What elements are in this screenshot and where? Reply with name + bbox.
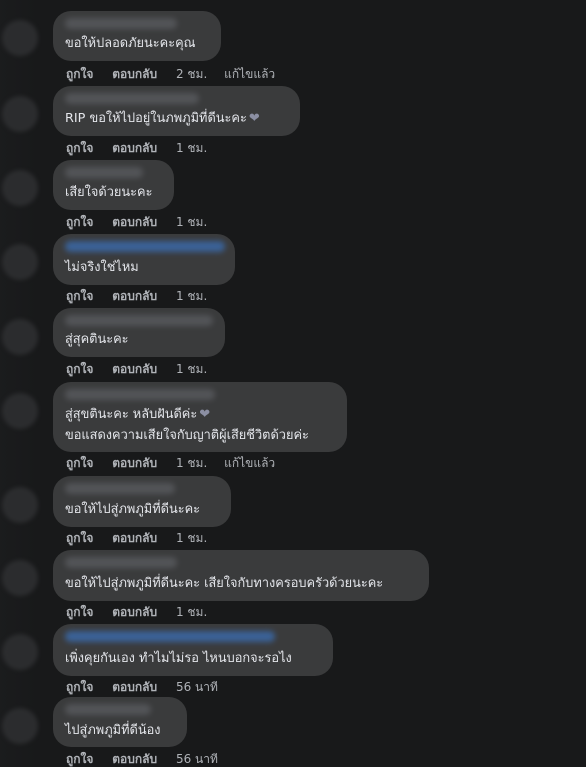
comment-text: ไปสู่ภพภูมิที่ดีน้อง bbox=[65, 723, 161, 738]
comment-actions: ถูกใจ ตอบกลับ 1 ชม. bbox=[66, 605, 222, 619]
comment-actions: ถูกใจ ตอบกลับ 56 นาที bbox=[66, 680, 233, 694]
avatar[interactable] bbox=[2, 487, 38, 523]
comment-actions: ถูกใจ ตอบกลับ 1 ชม. แก้ไขแล้ว bbox=[66, 456, 290, 470]
reply-button[interactable]: ตอบกลับ bbox=[112, 289, 157, 303]
avatar[interactable] bbox=[2, 20, 38, 56]
reply-button[interactable]: ตอบกลับ bbox=[112, 752, 157, 766]
comment-item: ขอให้ไปสู่ภพภูมิที่ดีนะคะ ถูกใจ ตอบกลับ … bbox=[0, 474, 586, 547]
comment-item: เสียใจด้วยนะคะ ถูกใจ ตอบกลับ 1 ชม. bbox=[0, 158, 586, 231]
timestamp[interactable]: 1 ชม. bbox=[176, 141, 207, 155]
comment-bubble: สู่สุคตินะคะ bbox=[53, 308, 225, 357]
reply-button[interactable]: ตอบกลับ bbox=[112, 362, 157, 376]
comment-actions: ถูกใจ ตอบกลับ 2 ชม. แก้ไขแล้ว bbox=[66, 67, 290, 81]
like-button[interactable]: ถูกใจ bbox=[66, 531, 93, 545]
comment-item: สู่สุขตินะคะ หลับฝันดีค่ะ ❤ ขอแสดงความเสี… bbox=[0, 380, 586, 473]
comment-bubble: RIP ขอให้ไปอยู่ในภพภูมิที่ดีนะคะ ❤ bbox=[53, 86, 300, 136]
avatar[interactable] bbox=[2, 244, 38, 280]
comment-bubble: ไม่จริงใช่ไหม bbox=[53, 234, 235, 285]
comment-text: เสียใจด้วยนะคะ bbox=[65, 185, 153, 200]
edited-label: แก้ไขแล้ว bbox=[224, 456, 276, 470]
timestamp[interactable]: 1 ชม. bbox=[176, 605, 207, 619]
dark-heart-icon: ❤ bbox=[248, 111, 260, 126]
timestamp[interactable]: 1 ชม. bbox=[176, 456, 207, 470]
avatar[interactable] bbox=[2, 393, 38, 429]
avatar[interactable] bbox=[2, 708, 38, 744]
blurred-user-name[interactable] bbox=[65, 315, 213, 326]
avatar[interactable] bbox=[2, 96, 38, 132]
comment-text: ไม่จริงใช่ไหม bbox=[65, 260, 139, 275]
comment-feed: ขอให้ปลอดภัยนะคะคุณ ถูกใจ ตอบกลับ 2 ชม. … bbox=[0, 0, 586, 767]
reply-button[interactable]: ตอบกลับ bbox=[112, 215, 157, 229]
comment-bubble: ขอให้ปลอดภัยนะคะคุณ bbox=[53, 11, 221, 61]
edited-label: แก้ไขแล้ว bbox=[224, 67, 276, 81]
like-button[interactable]: ถูกใจ bbox=[66, 289, 93, 303]
blurred-user-name[interactable] bbox=[65, 18, 177, 29]
comment-actions: ถูกใจ ตอบกลับ 1 ชม. bbox=[66, 531, 222, 545]
reply-button[interactable]: ตอบกลับ bbox=[112, 67, 157, 81]
like-button[interactable]: ถูกใจ bbox=[66, 752, 93, 766]
blurred-user-name[interactable] bbox=[65, 557, 177, 568]
comment-bubble: ขอให้ไปสู่ภพภูมิที่ดีนะคะ เสียใจกับทางคร… bbox=[53, 550, 429, 601]
blurred-user-name[interactable] bbox=[65, 483, 175, 494]
comment-actions: ถูกใจ ตอบกลับ 56 นาที bbox=[66, 752, 233, 766]
timestamp[interactable]: 1 ชม. bbox=[176, 289, 207, 303]
like-button[interactable]: ถูกใจ bbox=[66, 215, 93, 229]
comment-bubble: ไปสู่ภพภูมิที่ดีน้อง bbox=[53, 697, 187, 747]
blurred-user-name[interactable] bbox=[65, 93, 199, 104]
blurred-user-name[interactable] bbox=[65, 704, 151, 715]
comment-bubble: สู่สุขตินะคะ หลับฝันดีค่ะ ❤ ขอแสดงความเสี… bbox=[53, 382, 347, 452]
blurred-user-name[interactable] bbox=[65, 241, 225, 252]
comment-item: ไปสู่ภพภูมิที่ดีน้อง ถูกใจ ตอบกลับ 56 นา… bbox=[0, 695, 586, 767]
comment-actions: ถูกใจ ตอบกลับ 1 ชม. bbox=[66, 215, 222, 229]
timestamp[interactable]: 1 ชม. bbox=[176, 215, 207, 229]
comment-text: ขอให้ไปสู่ภพภูมิที่ดีนะคะ bbox=[65, 502, 201, 517]
timestamp[interactable]: 56 นาที bbox=[176, 752, 218, 766]
comment-text: สู่สุขตินะคะ หลับฝันดีค่ะ ❤ bbox=[65, 406, 210, 424]
comment-actions: ถูกใจ ตอบกลับ 1 ชม. bbox=[66, 362, 222, 376]
timestamp[interactable]: 56 นาที bbox=[176, 680, 218, 694]
reply-button[interactable]: ตอบกลับ bbox=[112, 141, 157, 155]
timestamp[interactable]: 1 ชม. bbox=[176, 362, 207, 376]
like-button[interactable]: ถูกใจ bbox=[66, 680, 93, 694]
avatar[interactable] bbox=[2, 560, 38, 596]
comment-bubble: เพิ่งคุยกันเอง ทำไมไม่รอ ไหนบอกจะรอไง bbox=[53, 624, 333, 676]
avatar[interactable] bbox=[2, 170, 38, 206]
comment-text: เพิ่งคุยกันเอง ทำไมไม่รอ ไหนบอกจะรอไง bbox=[65, 651, 292, 666]
comment-text: ขอให้ปลอดภัยนะคะคุณ bbox=[65, 36, 196, 51]
reply-button[interactable]: ตอบกลับ bbox=[112, 605, 157, 619]
blurred-user-name[interactable] bbox=[65, 167, 143, 178]
comment-text: ขอให้ไปสู่ภพภูมิที่ดีนะคะ เสียใจกับทางคร… bbox=[65, 576, 384, 591]
comment-bubble: ขอให้ไปสู่ภพภูมิที่ดีนะคะ bbox=[53, 476, 231, 527]
comment-text: RIP ขอให้ไปอยู่ในภพภูมิที่ดีนะคะ ❤ bbox=[65, 110, 260, 128]
like-button[interactable]: ถูกใจ bbox=[66, 141, 93, 155]
like-button[interactable]: ถูกใจ bbox=[66, 456, 93, 470]
comment-actions: ถูกใจ ตอบกลับ 1 ชม. bbox=[66, 289, 222, 303]
comment-item: ขอให้ปลอดภัยนะคะคุณ ถูกใจ ตอบกลับ 2 ชม. … bbox=[0, 10, 586, 83]
comment-item: ขอให้ไปสู่ภพภูมิที่ดีนะคะ เสียใจกับทางคร… bbox=[0, 547, 586, 621]
like-button[interactable]: ถูกใจ bbox=[66, 605, 93, 619]
like-button[interactable]: ถูกใจ bbox=[66, 67, 93, 81]
avatar[interactable] bbox=[2, 319, 38, 355]
comment-item: เพิ่งคุยกันเอง ทำไมไม่รอ ไหนบอกจะรอไง ถู… bbox=[0, 621, 586, 695]
reply-button[interactable]: ตอบกลับ bbox=[112, 531, 157, 545]
reply-button[interactable]: ตอบกลับ bbox=[112, 680, 157, 694]
avatar[interactable] bbox=[2, 634, 38, 670]
comment-text-value: RIP ขอให้ไปอยู่ในภพภูมิที่ดีนะคะ bbox=[65, 111, 247, 126]
comment-item: RIP ขอให้ไปอยู่ในภพภูมิที่ดีนะคะ ❤ ถูกใจ … bbox=[0, 84, 586, 157]
timestamp[interactable]: 2 ชม. bbox=[176, 67, 207, 81]
reply-button[interactable]: ตอบกลับ bbox=[112, 456, 157, 470]
comment-text-line-2: ขอแสดงความเสียใจกับญาติผู้เสียชีวิตด้วยค… bbox=[65, 428, 309, 443]
blurred-user-name[interactable] bbox=[65, 631, 275, 642]
comment-item: สู่สุคตินะคะ ถูกใจ ตอบกลับ 1 ชม. bbox=[0, 306, 586, 379]
like-button[interactable]: ถูกใจ bbox=[66, 362, 93, 376]
blurred-user-name[interactable] bbox=[65, 389, 215, 400]
comment-item: ไม่จริงใช่ไหม ถูกใจ ตอบกลับ 1 ชม. bbox=[0, 231, 586, 305]
comment-actions: ถูกใจ ตอบกลับ 1 ชม. bbox=[66, 141, 222, 155]
comment-bubble: เสียใจด้วยนะคะ bbox=[53, 160, 174, 210]
dark-heart-icon: ❤ bbox=[199, 407, 211, 422]
comment-text: สู่สุคตินะคะ bbox=[65, 332, 129, 347]
timestamp[interactable]: 1 ชม. bbox=[176, 531, 207, 545]
comment-text-value: สู่สุขตินะคะ หลับฝันดีค่ะ bbox=[65, 407, 198, 422]
